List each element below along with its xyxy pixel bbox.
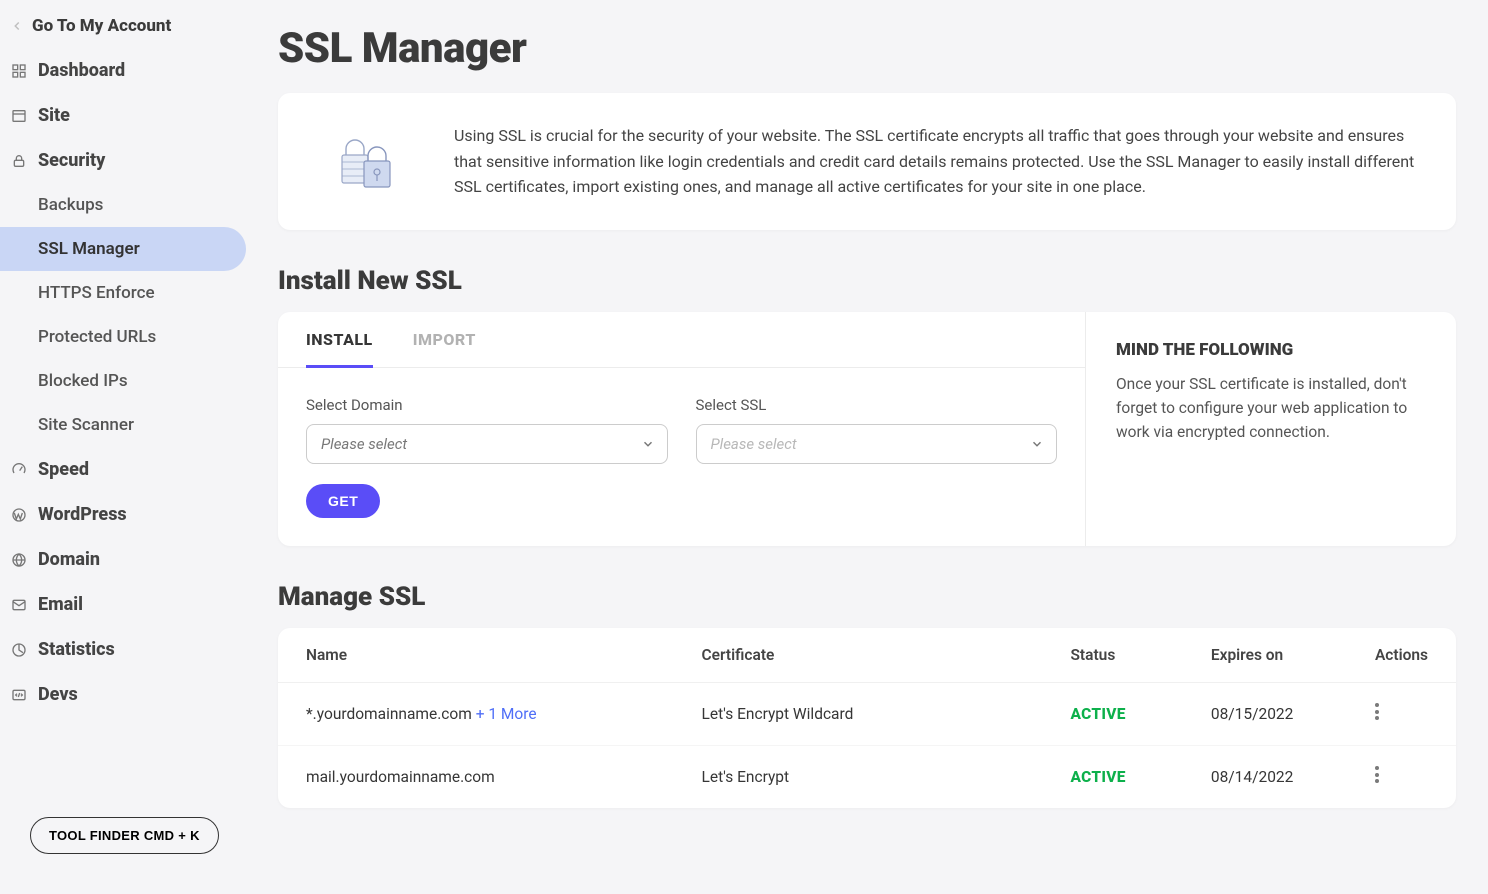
sidebar-item-site[interactable]: Site [0,93,254,138]
sidebar-item-statistics[interactable]: Statistics [0,627,254,672]
sidebar-item-label: Site [38,105,70,126]
sidebar-item-security[interactable]: Security [0,138,254,183]
email-icon [10,596,28,614]
sidebar-subitem-backups[interactable]: Backups [0,183,254,227]
status-badge: ACTIVE [1070,705,1125,723]
sidebar-item-domain[interactable]: Domain [0,537,254,582]
sidebar-subitem-site-scanner[interactable]: Site Scanner [0,403,254,447]
go-back-label: Go To My Account [32,16,171,36]
page-title: SSL Manager [278,24,1456,73]
chevron-down-icon [641,437,655,451]
arrow-left-icon [10,19,24,33]
cert-name: *.yourdomainname.com [306,705,472,723]
sidebar-item-label: Statistics [38,639,115,660]
tab-import[interactable]: IMPORT [413,330,476,367]
cert-type: Let's Encrypt [674,745,1043,808]
lock-icon [10,152,28,170]
sidebar-item-label: Security [38,150,105,171]
code-icon [10,686,28,704]
more-domains-link[interactable]: + 1 More [472,705,537,723]
sidebar-item-label: Dashboard [38,60,125,81]
tool-finder-button[interactable]: TOOL FINDER CMD + K [30,817,219,854]
chevron-down-icon [1030,437,1044,451]
select-domain-dropdown[interactable]: Please select [306,424,668,464]
row-actions-menu-icon[interactable] [1375,764,1379,786]
sidebar-subitem-label: Backups [38,195,103,215]
sidebar-item-dashboard[interactable]: Dashboard [0,48,254,93]
sidebar-item-label: Speed [38,459,89,480]
manage-table-card: Name Certificate Status Expires on Actio… [278,628,1456,808]
col-header-certificate: Certificate [674,628,1043,683]
sidebar-item-label: Devs [38,684,78,705]
table-row: *.yourdomainname.com + 1 More Let's Encr… [278,682,1456,745]
sidebar-nav: Dashboard Site Security Backups SSL Mana… [0,48,254,717]
site-icon [10,107,28,125]
manage-section-title: Manage SSL [278,582,1456,612]
sidebar-subitem-label: Blocked IPs [38,371,128,391]
select-ssl-dropdown[interactable]: Please select [696,424,1058,464]
padlocks-illustration-icon [314,131,424,191]
sidebar-subitem-label: Protected URLs [38,327,156,347]
sidebar-item-label: WordPress [38,504,127,525]
col-header-actions: Actions [1347,628,1456,683]
sidebar-item-speed[interactable]: Speed [0,447,254,492]
select-ssl-label: Select SSL [696,396,1058,414]
dashboard-icon [10,62,28,80]
tab-install[interactable]: INSTALL [306,330,373,368]
mind-following-title: MIND THE FOLLOWING [1116,340,1426,360]
status-badge: ACTIVE [1070,768,1125,786]
select-domain-value: Please select [321,435,407,453]
sidebar-subitem-https-enforce[interactable]: HTTPS Enforce [0,271,254,315]
wordpress-icon [10,506,28,524]
col-header-status: Status [1042,628,1182,683]
sidebar-subitem-label: SSL Manager [38,239,140,259]
mind-following-text: Once your SSL certificate is installed, … [1116,372,1426,444]
sidebar-subitem-label: Site Scanner [38,415,134,435]
sidebar-subitem-protected-urls[interactable]: Protected URLs [0,315,254,359]
intro-card: Using SSL is crucial for the security of… [278,93,1456,230]
cert-expires: 08/15/2022 [1183,682,1347,745]
cert-name: mail.yourdomainname.com [306,768,495,786]
main-content: SSL Manager Using SSL is crucial for the… [254,0,1488,894]
install-tip-panel: MIND THE FOLLOWING Once your SSL certifi… [1086,312,1456,546]
sidebar-item-label: Domain [38,549,100,570]
sidebar-item-label: Email [38,594,83,615]
sidebar-item-devs[interactable]: Devs [0,672,254,717]
sidebar-item-wordpress[interactable]: WordPress [0,492,254,537]
cert-type: Let's Encrypt Wildcard [674,682,1043,745]
speed-icon [10,461,28,479]
sidebar: Go To My Account Dashboard Site Security [0,0,254,894]
install-section-title: Install New SSL [278,266,1456,296]
table-row: mail.yourdomainname.com Let's Encrypt AC… [278,745,1456,808]
intro-text: Using SSL is crucial for the security of… [454,123,1420,200]
go-to-my-account-link[interactable]: Go To My Account [0,10,254,48]
sidebar-subitem-label: HTTPS Enforce [38,283,155,303]
install-tabs: INSTALL IMPORT [278,312,1085,368]
manage-ssl-table: Name Certificate Status Expires on Actio… [278,628,1456,808]
select-domain-label: Select Domain [306,396,668,414]
globe-icon [10,551,28,569]
cert-expires: 08/14/2022 [1183,745,1347,808]
select-ssl-value: Please select [711,435,797,453]
install-card: INSTALL IMPORT Select Domain Please sele… [278,312,1456,546]
col-header-expires: Expires on [1183,628,1347,683]
sidebar-subitem-ssl-manager[interactable]: SSL Manager [0,227,246,271]
install-form-area: INSTALL IMPORT Select Domain Please sele… [278,312,1086,546]
sidebar-subitem-blocked-ips[interactable]: Blocked IPs [0,359,254,403]
get-button[interactable]: GET [306,484,380,518]
statistics-icon [10,641,28,659]
row-actions-menu-icon[interactable] [1375,701,1379,723]
col-header-name: Name [278,628,674,683]
sidebar-item-email[interactable]: Email [0,582,254,627]
